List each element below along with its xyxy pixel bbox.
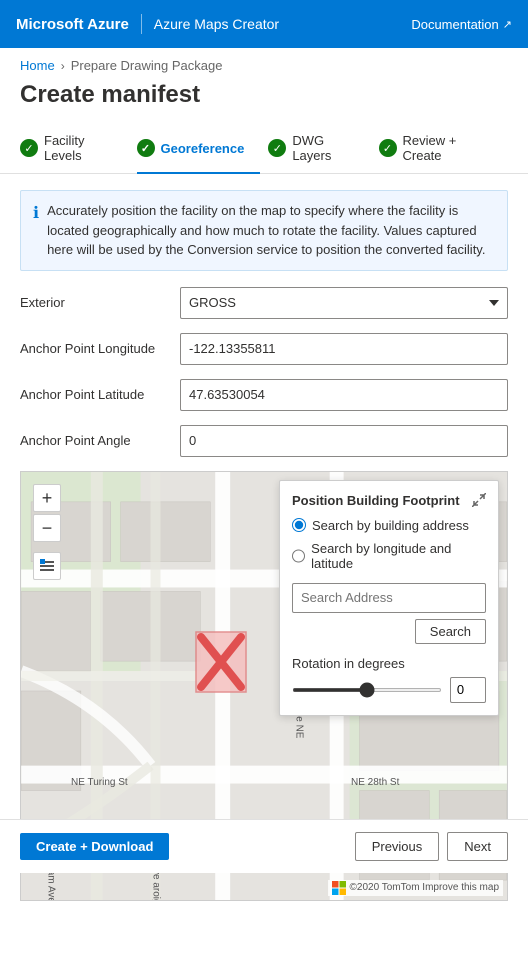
step-check-icon: ✓ [268, 139, 286, 157]
breadcrumb-current: Prepare Drawing Package [71, 58, 223, 73]
rotation-section: Rotation in degrees [292, 656, 486, 703]
rotation-row [292, 677, 486, 703]
rotation-value-input[interactable] [450, 677, 486, 703]
radio-latlng-label[interactable]: Search by longitude and latitude [292, 541, 486, 571]
anchor-longitude-input[interactable] [180, 333, 508, 365]
rotation-label: Rotation in degrees [292, 656, 486, 671]
breadcrumb-separator: › [61, 59, 65, 73]
step-georeference[interactable]: ✓ Georeference [137, 123, 261, 173]
bottom-action-bar: Create + Download Previous Next [0, 819, 528, 873]
zoom-out-button[interactable]: − [33, 514, 61, 542]
breadcrumb-home[interactable]: Home [20, 58, 55, 73]
radio-address-input[interactable] [292, 518, 306, 532]
footprint-panel-collapse[interactable] [472, 493, 486, 507]
anchor-latitude-row: Anchor Point Latitude [20, 379, 508, 411]
top-navigation: Microsoft Azure Azure Maps Creator Docum… [0, 0, 528, 48]
street-label-turing: NE Turing St [71, 777, 128, 788]
zoom-in-button[interactable]: + [33, 484, 61, 512]
step-review-create[interactable]: ✓ Review + Create [379, 123, 500, 173]
map-attribution: ©2020 TomTom Improve this map [328, 880, 503, 896]
form-section: Exterior GROSS Anchor Point Longitude An… [0, 287, 528, 457]
search-input-section: Search [292, 583, 486, 644]
step-dwg-layers[interactable]: ✓ DWG Layers [268, 123, 370, 173]
step-check-icon: ✓ [379, 139, 397, 157]
anchor-angle-row: Anchor Point Angle [20, 425, 508, 457]
anchor-longitude-row: Anchor Point Longitude [20, 333, 508, 365]
anchor-angle-label: Anchor Point Angle [20, 433, 180, 448]
create-download-button[interactable]: Create + Download [20, 833, 169, 860]
info-icon: ℹ [33, 202, 39, 260]
footprint-panel-title: Position Building Footprint [292, 493, 460, 508]
search-type-group: Search by building address Search by lon… [292, 518, 486, 571]
brand-name: Microsoft Azure [16, 16, 129, 33]
map-layer-button[interactable] [33, 552, 61, 580]
radio-latlng-text: Search by longitude and latitude [311, 541, 486, 571]
external-link-icon: ↗ [503, 18, 512, 31]
map-zoom-controls: + − [33, 484, 61, 542]
info-text: Accurately position the facility on the … [47, 201, 495, 260]
anchor-latitude-input[interactable] [180, 379, 508, 411]
page-title: Create manifest [0, 77, 528, 123]
street-label-28th: NE 28th St [351, 777, 399, 788]
attribution-text: ©2020 TomTom Improve this map [350, 882, 499, 893]
anchor-long-label: Anchor Point Longitude [20, 341, 180, 356]
microsoft-logo [332, 881, 346, 895]
step-check-icon: ✓ [137, 139, 155, 157]
step-label: Facility Levels [44, 133, 113, 163]
search-button[interactable]: Search [415, 619, 486, 644]
step-label: Review + Create [403, 133, 484, 163]
exterior-label: Exterior [20, 295, 180, 310]
breadcrumb: Home › Prepare Drawing Package [0, 48, 528, 77]
step-label: Georeference [161, 141, 245, 156]
search-button-row: Search [292, 619, 486, 644]
step-label: DWG Layers [292, 133, 354, 163]
info-banner: ℹ Accurately position the facility on th… [20, 190, 508, 271]
next-button[interactable]: Next [447, 832, 508, 861]
radio-address-text: Search by building address [312, 518, 469, 533]
product-name: Azure Maps Creator [154, 16, 279, 32]
search-address-input[interactable] [292, 583, 486, 613]
nav-divider [141, 14, 142, 34]
radio-address-label[interactable]: Search by building address [292, 518, 486, 533]
docs-link[interactable]: Documentation ↗ [411, 17, 512, 32]
exterior-row: Exterior GROSS [20, 287, 508, 319]
exterior-select[interactable]: GROSS [180, 287, 508, 319]
previous-button[interactable]: Previous [355, 832, 440, 861]
radio-latlng-input[interactable] [292, 549, 305, 563]
rotation-slider[interactable] [292, 688, 442, 692]
footprint-panel: Position Building Footprint Search by bu… [279, 480, 499, 716]
step-check-icon: ✓ [20, 139, 38, 157]
building-marker [181, 627, 261, 697]
step-facility-levels[interactable]: ✓ Facility Levels [20, 123, 129, 173]
wizard-steps: ✓ Facility Levels ✓ Georeference ✓ DWG L… [0, 123, 528, 174]
anchor-lat-label: Anchor Point Latitude [20, 387, 180, 402]
anchor-angle-input[interactable] [180, 425, 508, 457]
footprint-panel-header: Position Building Footprint [292, 493, 486, 508]
